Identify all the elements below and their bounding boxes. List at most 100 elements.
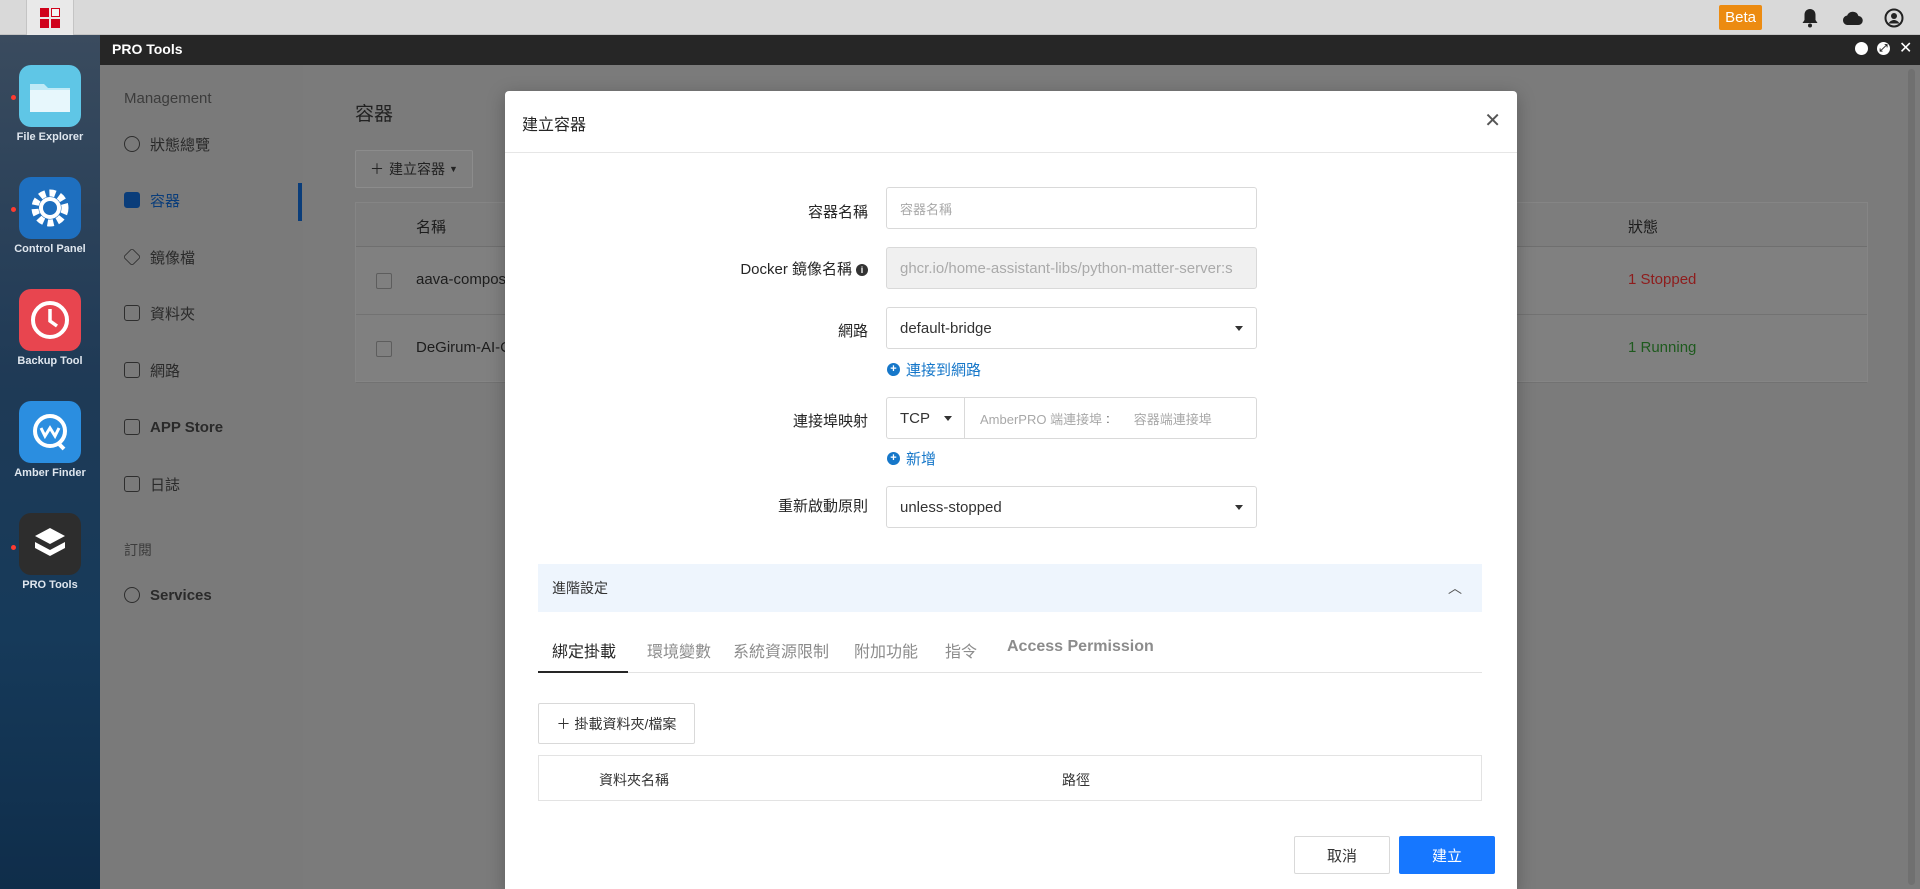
window-titlebar: PRO Tools ⤢ ✕ xyxy=(100,35,1920,65)
restart-policy-value: unless-stopped xyxy=(900,498,1002,516)
tab-command[interactable]: 指令 xyxy=(945,638,977,662)
plus-icon: ＋ xyxy=(370,161,385,177)
add-port-label: 新增 xyxy=(906,451,937,468)
tab-resource-limits[interactable]: 系統資源限制 xyxy=(733,638,829,662)
mounts-table: 資料夾名稱 路徑 xyxy=(538,755,1482,801)
add-port-link[interactable]: + 新增 xyxy=(887,448,936,469)
user-icon[interactable] xyxy=(1882,6,1906,30)
active-indicator xyxy=(298,183,302,221)
taskbar: Beta xyxy=(0,0,1920,35)
protocol-value: TCP xyxy=(900,409,930,427)
sidebar-item-label: 網路 xyxy=(150,362,181,380)
tab-bind-mounts[interactable]: 綁定掛載 xyxy=(552,638,616,662)
close-icon[interactable]: ✕ xyxy=(1899,41,1912,57)
window-title: PRO Tools xyxy=(112,41,183,57)
dock-item-backup-tool[interactable]: Backup Tool xyxy=(0,289,100,367)
create-container-label: 建立容器 xyxy=(389,161,446,177)
bag-icon xyxy=(124,419,140,435)
sidebar-item-label: 狀態總覽 xyxy=(150,136,211,154)
sidebar-item-network[interactable]: 網路 xyxy=(124,355,299,385)
container-port-placeholder[interactable]: 容器端連接埠 xyxy=(1134,409,1212,428)
container-icon xyxy=(124,192,140,208)
dollar-icon xyxy=(124,587,140,603)
page-title: 容器 xyxy=(355,104,394,125)
cancel-button[interactable]: 取消 xyxy=(1294,836,1390,874)
folder-icon xyxy=(124,305,140,321)
connect-network-link[interactable]: + 連接到網路 xyxy=(887,359,981,380)
dock-label: PRO Tools xyxy=(22,579,78,591)
mount-folder-label: 掛載資料夾/檔案 xyxy=(574,715,677,732)
plus-circle-icon: + xyxy=(887,363,900,376)
dock-label: File Explorer xyxy=(16,131,84,143)
sidebar-section-management: Management xyxy=(124,90,212,107)
image-name-label: Docker 鏡像名稱 i xyxy=(740,258,868,279)
sidebar-item-images[interactable]: 鏡像檔 xyxy=(122,242,299,272)
scrollbar[interactable] xyxy=(1903,65,1920,889)
restart-policy-select[interactable]: unless-stopped xyxy=(886,486,1257,528)
layers-icon xyxy=(122,247,142,267)
app-dock: File Explorer Control Panel Backup Tool … xyxy=(0,35,100,889)
row-checkbox[interactable] xyxy=(376,273,392,289)
row-checkbox[interactable] xyxy=(376,341,392,357)
create-container-button[interactable]: ＋ 建立容器 ▼ xyxy=(355,150,473,188)
monitor-icon xyxy=(124,362,140,378)
gear-icon xyxy=(19,177,81,239)
advanced-settings-toggle[interactable]: 進階設定 ︿ xyxy=(538,564,1482,612)
start-button[interactable] xyxy=(26,0,74,35)
advanced-settings-label: 進階設定 xyxy=(552,580,608,596)
tab-capabilities[interactable]: 附加功能 xyxy=(854,638,918,662)
mount-folder-button[interactable]: ＋ 掛載資料夾/檔案 xyxy=(538,703,695,744)
folder-icon xyxy=(19,65,81,127)
tab-access-permission[interactable]: Access Permission xyxy=(1007,638,1154,656)
column-header-status[interactable]: 狀態 xyxy=(1628,216,1658,237)
port-mapping-label: 連接埠映射 xyxy=(792,413,868,430)
sidebar-item-overview[interactable]: 狀態總覽 xyxy=(124,129,299,159)
sidebar-item-app-store[interactable]: APP Store xyxy=(124,412,299,442)
tab-indicator xyxy=(538,671,628,673)
sidebar-item-label: 日誌 xyxy=(150,476,181,494)
sidebar-item-folders[interactable]: 資料夾 xyxy=(124,298,299,328)
network-select[interactable]: default-bridge xyxy=(886,307,1257,349)
plus-icon: ＋ xyxy=(556,715,571,732)
caret-down-icon xyxy=(1235,505,1243,510)
caret-down-icon xyxy=(1235,326,1243,331)
create-button[interactable]: 建立 xyxy=(1399,836,1495,874)
dock-item-pro-tools[interactable]: PRO Tools xyxy=(0,513,100,591)
minimize-icon[interactable] xyxy=(1855,42,1868,55)
network-label: 網路 xyxy=(837,323,868,340)
dock-item-control-panel[interactable]: Control Panel xyxy=(0,177,100,255)
protocol-select[interactable]: TCP xyxy=(887,398,965,438)
sidebar-item-logs[interactable]: 日誌 xyxy=(124,469,299,499)
dashboard-icon xyxy=(124,136,140,152)
sidebar-item-services[interactable]: Services xyxy=(124,580,299,610)
container-name-input[interactable]: 容器名稱 xyxy=(886,187,1257,229)
chevron-up-icon: ︿ xyxy=(1448,580,1462,596)
port-mapping-group: TCP AmberPRO 端連接埠 : 容器端連接埠 xyxy=(886,397,1257,439)
cube-icon xyxy=(19,513,81,575)
image-name-label-text: Docker 鏡像名稱 xyxy=(740,261,852,278)
cloud-icon[interactable] xyxy=(1840,6,1864,30)
column-header-folder: 資料夾名稱 xyxy=(599,772,669,788)
dialog-title: 建立容器 xyxy=(522,117,587,134)
close-icon[interactable]: ✕ xyxy=(1484,108,1501,133)
sidebar-item-label: Services xyxy=(150,586,212,604)
column-header-name[interactable]: 名稱 xyxy=(416,216,446,237)
dock-item-amber-finder[interactable]: Amber Finder xyxy=(0,401,100,479)
image-name-value: ghcr.io/home-assistant-libs/python-matte… xyxy=(900,259,1233,277)
column-header-path: 路徑 xyxy=(1062,772,1090,788)
search-icon xyxy=(19,401,81,463)
info-icon[interactable]: i xyxy=(856,264,868,276)
calendar-icon xyxy=(124,476,140,492)
image-name-input: ghcr.io/home-assistant-libs/python-matte… xyxy=(886,247,1257,289)
bell-icon[interactable] xyxy=(1798,6,1822,30)
beta-badge: Beta xyxy=(1719,5,1762,30)
host-port-input[interactable]: AmberPRO 端連接埠 : 容器端連接埠 xyxy=(965,398,1256,438)
dock-label: Amber Finder xyxy=(14,467,86,479)
caret-down-icon: ▼ xyxy=(449,164,458,174)
sidebar-item-containers[interactable]: 容器 xyxy=(124,185,299,215)
tab-env-vars[interactable]: 環境變數 xyxy=(647,638,711,662)
dock-item-file-explorer[interactable]: File Explorer xyxy=(0,65,100,143)
status-badge: 1 Stopped xyxy=(1628,271,1697,288)
maximize-icon[interactable]: ⤢ xyxy=(1877,42,1890,55)
host-port-placeholder: AmberPRO 端連接埠 xyxy=(980,411,1103,427)
